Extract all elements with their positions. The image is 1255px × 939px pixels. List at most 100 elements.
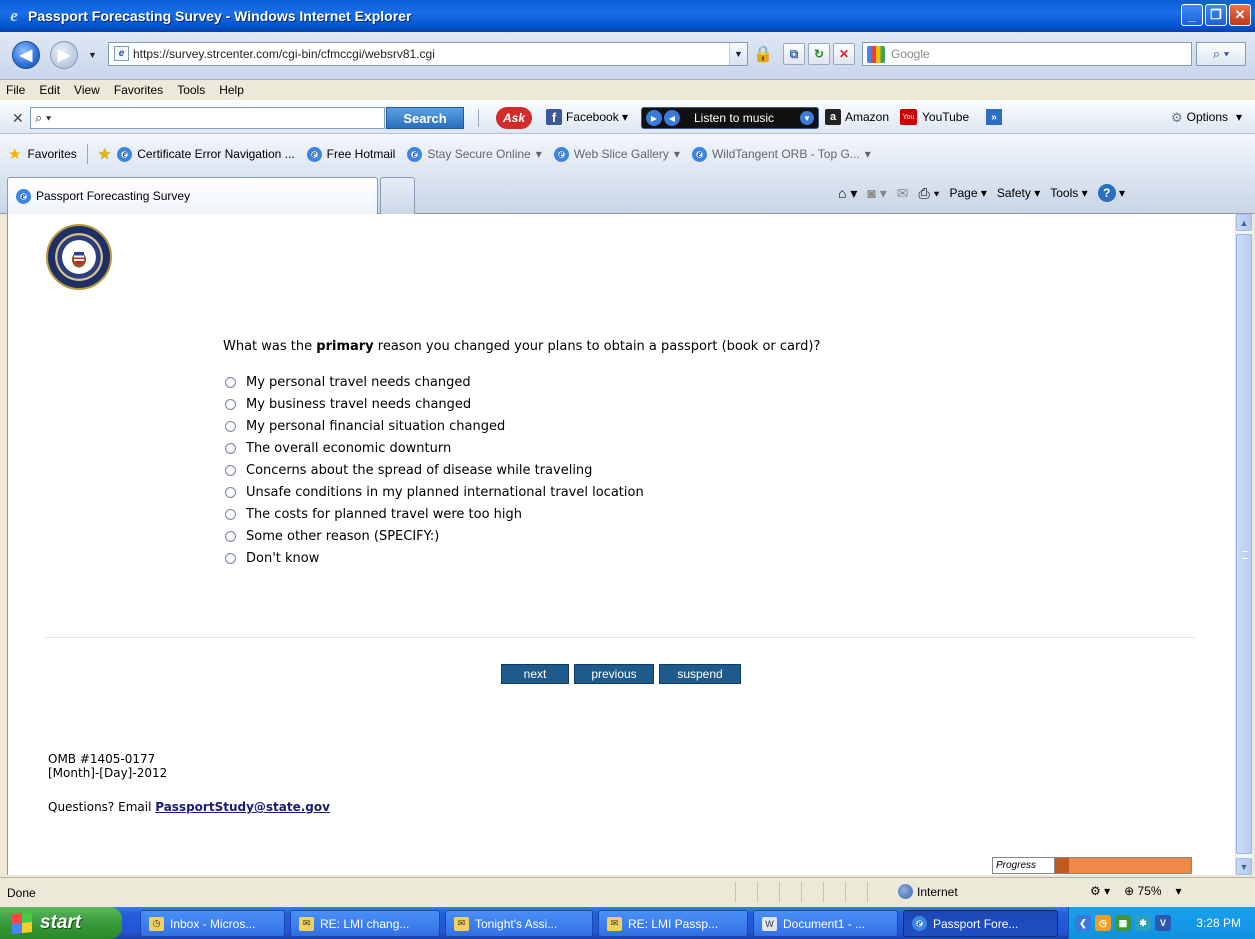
amazon-button[interactable]: Amazon — [845, 110, 889, 124]
safety-menu[interactable]: Safety ▾ — [997, 186, 1040, 200]
page-menu[interactable]: Page ▾ — [949, 186, 986, 200]
email-link[interactable]: PassportStudy@state.gov — [155, 800, 330, 814]
ask-logo-icon[interactable]: Ask — [496, 107, 532, 129]
radio-button[interactable] — [225, 376, 236, 388]
tray-app-icon[interactable]: ◷ — [1095, 915, 1111, 931]
taskbar-item[interactable]: ✉ RE: LMI chang... — [290, 910, 440, 937]
feeds-icon[interactable]: ◙ ▾ — [867, 185, 886, 202]
taskbar-item[interactable]: ✉ RE: LMI Passp... — [598, 910, 748, 937]
ask-search-input[interactable]: ⌕ ▾ — [30, 107, 385, 129]
answer-option[interactable]: Concerns about the spread of disease whi… — [223, 459, 644, 481]
music-player[interactable]: ▶ ◀ Listen to music ▼ — [641, 107, 819, 129]
security-zone[interactable]: Internet — [898, 884, 958, 899]
home-icon[interactable]: ⌂ ▾ — [838, 185, 857, 202]
radio-button[interactable] — [225, 552, 236, 564]
close-button[interactable]: ✕ — [1229, 4, 1251, 26]
tools-menu[interactable]: Tools ▾ — [1050, 186, 1087, 200]
next-button[interactable]: next — [501, 664, 569, 684]
youtube-icon[interactable]: You — [900, 109, 917, 125]
lock-icon[interactable]: 🔒 — [752, 43, 774, 65]
favorite-item[interactable]: e Certificate Error Navigation ... — [117, 146, 295, 162]
menu-file[interactable]: File — [6, 83, 25, 97]
radio-button[interactable] — [225, 398, 236, 410]
answer-option[interactable]: Unsafe conditions in my planned internat… — [223, 481, 644, 503]
ask-search-button[interactable]: Search — [386, 107, 464, 129]
new-tab-button[interactable] — [380, 177, 415, 214]
tray-app-icon[interactable]: ✱ — [1135, 915, 1151, 931]
ie-logo-icon: e — [10, 6, 18, 25]
facebook-button[interactable]: Facebook ▾ — [566, 110, 628, 124]
radio-button[interactable] — [225, 442, 236, 454]
more-chevron-icon[interactable]: » — [986, 109, 1002, 125]
tab-active[interactable]: e Passport Forecasting Survey — [7, 177, 378, 214]
search-field[interactable]: Google — [862, 42, 1192, 66]
scroll-up-icon[interactable]: ▲ — [1236, 214, 1252, 231]
youtube-button[interactable]: YouTube — [922, 110, 969, 124]
add-favorite-icon[interactable]: ★ — [98, 145, 111, 163]
radio-button[interactable] — [225, 464, 236, 476]
compatibility-icon[interactable]: ⧉ — [783, 43, 805, 65]
previous-button[interactable]: previous — [574, 664, 654, 684]
scroll-down-icon[interactable]: ▼ — [1236, 858, 1252, 875]
tray-app-icon[interactable]: V — [1155, 915, 1171, 931]
tab-title: Passport Forecasting Survey — [36, 189, 191, 203]
search-go-button[interactable]: ⌕ ▾ — [1196, 42, 1246, 66]
answer-option[interactable]: The overall economic downturn — [223, 437, 644, 459]
mail-icon[interactable]: ✉ — [897, 185, 909, 202]
forward-button[interactable]: ▶ — [50, 41, 78, 69]
menu-edit[interactable]: Edit — [39, 83, 60, 97]
answer-option[interactable]: Some other reason (SPECIFY:) — [223, 525, 644, 547]
zoom-control[interactable]: ⊕ 75% — [1124, 884, 1161, 898]
radio-button[interactable] — [225, 420, 236, 432]
clock[interactable]: 3:28 PM — [1196, 916, 1241, 930]
refresh-button[interactable]: ↻ — [808, 43, 830, 65]
favorite-item[interactable]: e Free Hotmail — [306, 146, 395, 162]
answer-option[interactable]: The costs for planned travel were too hi… — [223, 503, 644, 525]
options-button[interactable]: ⚙ Options ▾ — [1171, 110, 1242, 126]
amazon-icon[interactable]: a — [825, 109, 841, 125]
taskbar-item[interactable]: ◷ Inbox - Micros... — [140, 910, 285, 937]
answer-option[interactable]: My personal financial situation changed — [223, 415, 644, 437]
minimize-button[interactable]: _ — [1181, 4, 1203, 26]
favorites-button[interactable]: Favorites — [27, 147, 76, 161]
address-bar[interactable]: e https://survey.strcenter.com/cgi-bin/c… — [108, 42, 748, 66]
favorite-item[interactable]: e Stay Secure Online ▾ — [407, 146, 542, 162]
zoom-dropdown-icon[interactable]: ▾ — [1176, 884, 1182, 898]
music-dropdown-icon[interactable]: ▼ — [800, 111, 814, 125]
answer-option[interactable]: My personal travel needs changed — [223, 371, 644, 393]
favorite-item[interactable]: e WildTangent ORB - Top G... ▾ — [691, 146, 871, 162]
taskbar-item-active[interactable]: e Passport Fore... — [903, 910, 1058, 937]
ie-page-icon: e — [306, 146, 322, 162]
help-menu[interactable]: ? ▾ — [1097, 184, 1125, 202]
radio-button[interactable] — [225, 530, 236, 542]
network-icon[interactable]: ▦ — [1115, 915, 1131, 931]
scroll-thumb[interactable] — [1236, 234, 1252, 854]
address-dropdown-icon[interactable]: ▼ — [729, 43, 747, 65]
restore-button[interactable]: ❐ — [1205, 4, 1227, 26]
menu-favorites[interactable]: Favorites — [114, 83, 163, 97]
answer-option[interactable]: Don't know — [223, 547, 644, 569]
tray-chevron-icon[interactable]: ❮ — [1075, 915, 1091, 931]
taskbar-item[interactable]: ✉ Tonight's Assi... — [445, 910, 593, 937]
taskbar-item[interactable]: W Document1 - ... — [753, 910, 898, 937]
menu-view[interactable]: View — [74, 83, 100, 97]
favorites-star-icon[interactable]: ★ — [8, 145, 21, 163]
print-icon[interactable]: ⎙ ▾ — [918, 185, 939, 202]
close-toolbar-icon[interactable]: ✕ — [12, 110, 24, 127]
answer-option[interactable]: My business travel needs changed — [223, 393, 644, 415]
suspend-button[interactable]: suspend — [659, 664, 741, 684]
start-button[interactable]: start — [0, 907, 122, 939]
stop-button[interactable]: ✕ — [833, 43, 855, 65]
favorite-item[interactable]: e Web Slice Gallery ▾ — [553, 146, 680, 162]
play-icon[interactable]: ▶ — [646, 110, 662, 126]
menu-help[interactable]: Help — [219, 83, 244, 97]
radio-button[interactable] — [225, 508, 236, 520]
history-dropdown-icon[interactable]: ▼ — [88, 50, 97, 60]
radio-button[interactable] — [225, 486, 236, 498]
back-button[interactable]: ◀ — [12, 41, 40, 69]
protected-mode-icon[interactable]: ⚙ ▾ — [1090, 884, 1110, 898]
vertical-scrollbar[interactable]: ▲ ▼ — [1235, 214, 1252, 875]
facebook-icon[interactable]: f — [546, 109, 562, 125]
volume-icon[interactable]: ◀ — [664, 110, 680, 126]
menu-tools[interactable]: Tools — [177, 83, 205, 97]
